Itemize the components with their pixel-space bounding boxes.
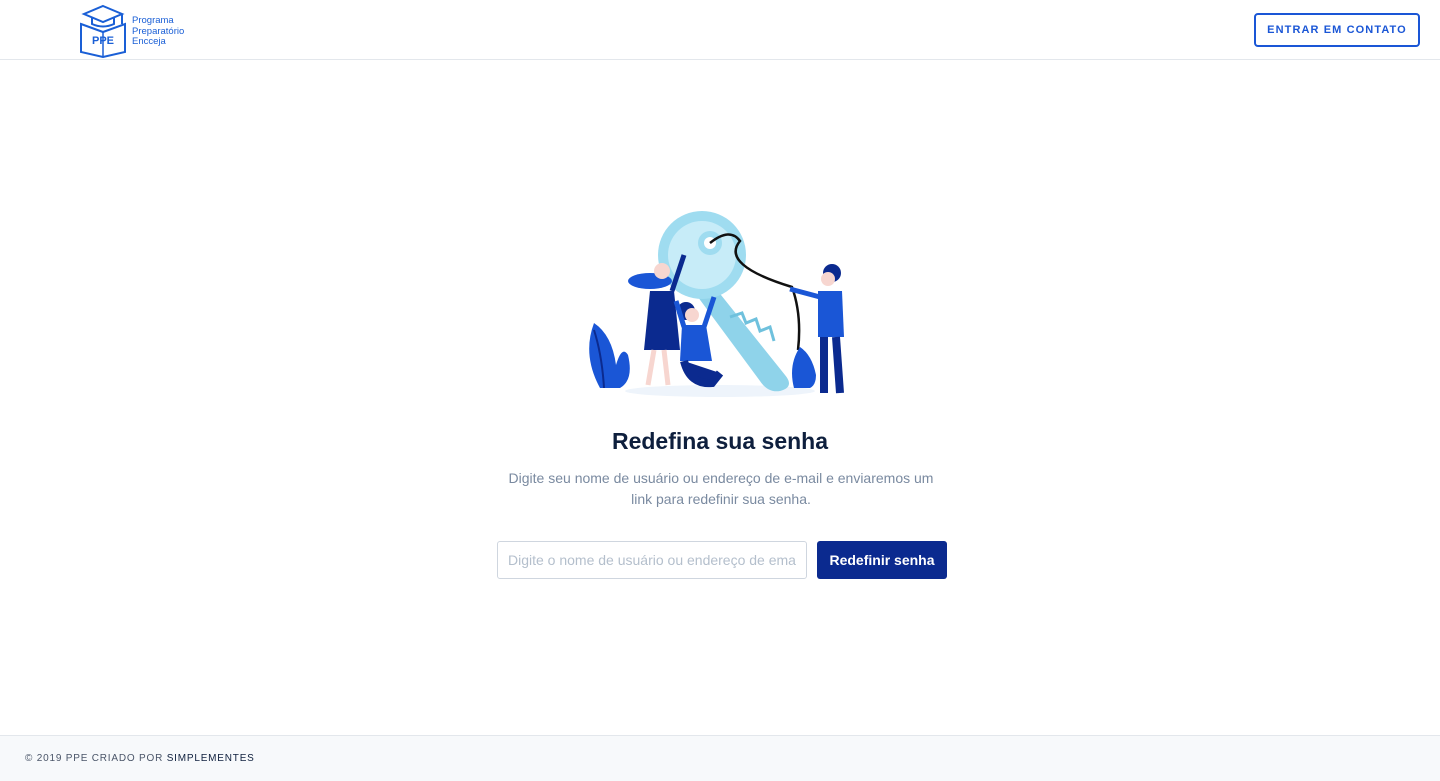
reset-password-button[interactable]: Redefinir senha	[817, 541, 947, 579]
footer-prefix: © 2019 PPE CRIADO POR	[25, 753, 167, 764]
footer-copyright: © 2019 PPE CRIADO POR SIMPLEMENTES	[25, 753, 255, 764]
site-footer: © 2019 PPE CRIADO POR SIMPLEMENTES	[0, 735, 1440, 781]
logo-mark-text: PPE	[92, 35, 114, 47]
people-holding-key-illustration	[589, 211, 844, 397]
reset-password-form: Redefinir senha	[497, 541, 947, 579]
username-email-input[interactable]	[497, 541, 807, 579]
site-header: PPE Programa Preparatório Encceja ENTRAR…	[0, 0, 1440, 60]
contact-button[interactable]: ENTRAR EM CONTATO	[1254, 13, 1420, 47]
page-description: Digite seu nome de usuário ou endereço d…	[508, 470, 934, 507]
logo[interactable]: PPE Programa Preparatório Encceja	[78, 4, 208, 58]
footer-brand-link[interactable]: SIMPLEMENTES	[167, 753, 255, 764]
logo-line-3: Encceja	[132, 36, 166, 48]
page-title: Redefina sua senha	[611, 428, 829, 454]
graduation-cap-book-icon: PPE	[80, 4, 126, 58]
logo-text: Programa Preparatório Encceja	[132, 16, 184, 48]
